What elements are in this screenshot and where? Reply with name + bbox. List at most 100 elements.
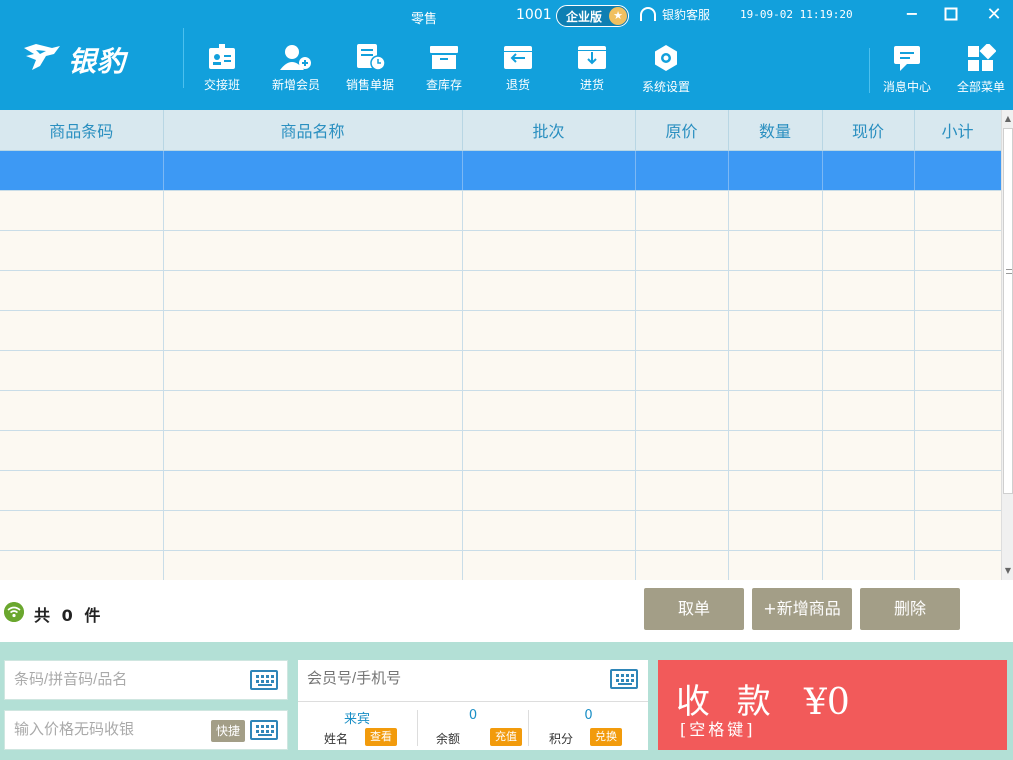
table-cell[interactable]	[0, 230, 164, 271]
table-cell[interactable]	[163, 190, 463, 231]
table-cell[interactable]	[914, 430, 1001, 471]
table-cell[interactable]	[822, 150, 915, 191]
scroll-down-icon[interactable]: ▼	[1002, 564, 1013, 578]
table-cell[interactable]	[914, 230, 1001, 271]
table-row[interactable]	[0, 350, 1001, 391]
price-field[interactable]: 快捷	[4, 710, 288, 750]
table-cell[interactable]	[914, 470, 1001, 511]
table-row[interactable]	[0, 430, 1001, 471]
table-scrollbar[interactable]: ▲ ▼	[1001, 110, 1013, 580]
price-input[interactable]	[14, 721, 204, 738]
toolbar-stock-in[interactable]: 进货	[557, 44, 627, 104]
edition-badge[interactable]: 企业版 ★	[556, 5, 629, 27]
table-cell[interactable]	[728, 510, 823, 551]
table-cell[interactable]	[462, 510, 636, 551]
table-cell[interactable]	[728, 350, 823, 391]
table-cell[interactable]	[822, 430, 915, 471]
table-cell[interactable]	[728, 230, 823, 271]
table-cell[interactable]	[163, 550, 463, 580]
table-cell[interactable]	[822, 310, 915, 351]
table-cell[interactable]	[914, 550, 1001, 580]
toolbar-return[interactable]: 退货	[483, 44, 553, 104]
table-cell[interactable]	[462, 350, 636, 391]
table-cell[interactable]	[822, 510, 915, 551]
table-row[interactable]	[0, 270, 1001, 311]
table-cell[interactable]	[822, 390, 915, 431]
toolbar-message-center[interactable]: 消息中心	[872, 44, 942, 104]
checkout-button[interactable]: 收 款 [空格键] ¥0	[658, 660, 1007, 750]
table-row[interactable]	[0, 190, 1001, 231]
table-cell[interactable]	[0, 350, 164, 391]
column-header[interactable]: 商品条码	[0, 110, 164, 151]
table-cell[interactable]	[728, 150, 823, 191]
table-cell[interactable]	[635, 550, 729, 580]
recharge-button[interactable]: 充值	[490, 728, 522, 746]
table-cell[interactable]	[462, 230, 636, 271]
view-member-button[interactable]: 查看	[365, 728, 397, 746]
table-cell[interactable]	[0, 270, 164, 311]
customer-service-link[interactable]: 银豹客服	[640, 6, 710, 23]
table-row[interactable]	[0, 550, 1001, 580]
scroll-thumb[interactable]	[1003, 128, 1013, 494]
table-cell[interactable]	[914, 190, 1001, 231]
table-cell[interactable]	[914, 350, 1001, 391]
toolbar-sales-docs[interactable]: 销售单据	[335, 44, 405, 104]
barcode-field[interactable]	[4, 660, 288, 700]
table-cell[interactable]	[462, 150, 636, 191]
table-cell[interactable]	[728, 310, 823, 351]
table-cell[interactable]	[914, 270, 1001, 311]
table-cell[interactable]	[728, 550, 823, 580]
table-cell[interactable]	[635, 190, 729, 231]
table-cell[interactable]	[635, 430, 729, 471]
table-cell[interactable]	[0, 150, 164, 191]
table-cell[interactable]	[635, 350, 729, 391]
column-header[interactable]: 批次	[462, 110, 636, 151]
table-cell[interactable]	[0, 310, 164, 351]
keyboard-icon[interactable]	[610, 669, 638, 689]
table-cell[interactable]	[462, 190, 636, 231]
table-cell[interactable]	[914, 150, 1001, 191]
toolbar-shift-handover[interactable]: 交接班	[187, 44, 257, 104]
toolbar-check-inventory[interactable]: 查库存	[409, 44, 479, 104]
table-cell[interactable]	[0, 430, 164, 471]
table-cell[interactable]	[728, 430, 823, 471]
cancel-order-button[interactable]: 取单	[644, 588, 744, 630]
table-cell[interactable]	[0, 470, 164, 511]
table-cell[interactable]	[635, 470, 729, 511]
toolbar-all-menu[interactable]: 全部菜单	[946, 44, 1013, 104]
column-header[interactable]: 商品名称	[163, 110, 463, 151]
minimize-button[interactable]: −	[902, 4, 922, 24]
table-cell[interactable]	[822, 550, 915, 580]
table-row[interactable]	[0, 150, 1001, 191]
table-cell[interactable]	[0, 190, 164, 231]
table-cell[interactable]	[163, 230, 463, 271]
table-cell[interactable]	[914, 510, 1001, 551]
table-cell[interactable]	[462, 390, 636, 431]
table-cell[interactable]	[163, 150, 463, 191]
table-cell[interactable]	[822, 190, 915, 231]
table-cell[interactable]	[0, 550, 164, 580]
table-cell[interactable]	[462, 550, 636, 580]
table-cell[interactable]	[163, 350, 463, 391]
column-header[interactable]: 数量	[728, 110, 823, 151]
table-cell[interactable]	[822, 270, 915, 311]
table-row[interactable]	[0, 470, 1001, 511]
toolbar-add-member[interactable]: 新增会员	[261, 44, 331, 104]
column-header[interactable]: 小计	[914, 110, 1001, 151]
table-row[interactable]	[0, 310, 1001, 351]
table-row[interactable]	[0, 230, 1001, 271]
table-row[interactable]	[0, 390, 1001, 431]
table-cell[interactable]	[462, 310, 636, 351]
maximize-button[interactable]	[941, 4, 961, 24]
keyboard-icon[interactable]	[250, 670, 278, 690]
table-cell[interactable]	[914, 390, 1001, 431]
table-cell[interactable]	[635, 310, 729, 351]
column-header[interactable]: 原价	[635, 110, 729, 151]
member-search-field[interactable]	[298, 660, 648, 702]
table-cell[interactable]	[462, 470, 636, 511]
table-cell[interactable]	[163, 310, 463, 351]
table-cell[interactable]	[462, 430, 636, 471]
table-cell[interactable]	[163, 390, 463, 431]
add-product-button[interactable]: +新增商品	[752, 588, 852, 630]
table-cell[interactable]	[0, 510, 164, 551]
